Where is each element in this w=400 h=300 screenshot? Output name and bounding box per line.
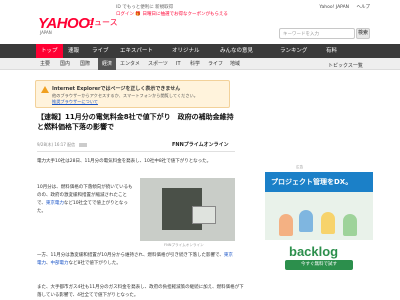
warning-body: 他のブラウザーからアクセスするか、スマートフォンから閲覧してください。 推奨ブラ… <box>52 93 227 105</box>
header-message[interactable]: ID でもっと便利に 新規取得 <box>116 4 173 10</box>
photo-meter-box <box>162 188 216 230</box>
search-input[interactable]: キーワードを入力 <box>279 28 355 39</box>
search-placeholder: キーワードを入力 <box>283 32 319 37</box>
category-science[interactable]: 科学 <box>190 58 200 70</box>
person-icon <box>299 210 313 232</box>
help-link[interactable]: ヘルプ <box>357 5 371 10</box>
photo-caption: FNNプライムオンライン <box>164 243 204 247</box>
category-it[interactable]: IT <box>176 58 181 70</box>
search-button[interactable]: 検索 <box>356 28 370 39</box>
yahoo-japan-sublabel: JAPAN <box>40 30 52 35</box>
nav-top[interactable]: トップ <box>36 44 63 58</box>
nav-breaking[interactable]: 速報 <box>68 44 79 58</box>
paragraph-4: また、大手都市ガス4社も11月分のガス料金を発表し、政府の負担軽減策の継続に加え… <box>37 285 244 298</box>
warning-icon <box>41 86 49 93</box>
paragraph-3-text-b: など8社で値下がりした。 <box>68 261 121 266</box>
warning-title: Internet Explorerではページを正しく表示できません <box>52 86 181 92</box>
category-domestic[interactable]: 国内 <box>60 58 70 70</box>
topics-list-link[interactable]: トピックス一覧 <box>328 62 363 69</box>
nav-opinions[interactable]: みんなの意見 <box>220 44 253 58</box>
ad-cta-button[interactable]: 今すぐ無料で試す <box>285 260 353 270</box>
backlog-logo: backlog <box>289 244 339 259</box>
category-main[interactable]: 主要 <box>40 58 50 70</box>
category-local[interactable]: 地域 <box>230 58 240 70</box>
article-photo[interactable] <box>140 178 235 241</box>
site-header: YAHOO! JAPAN ニュース ID でもっと便利に 新規取得 ログイン 🎁… <box>0 0 400 44</box>
warning-text: 他のブラウザーからアクセスするか、スマートフォンから閲覧してください。 <box>52 93 198 98</box>
login-promo[interactable]: ログイン 🎁 日曜日に抽選でお得なクーポンがもらえる <box>116 11 228 17</box>
browser-warning-banner: Internet Explorerではページを正しく表示できません 他のブラウザ… <box>35 80 230 108</box>
person-icon <box>343 214 357 236</box>
publish-date: 9/28(木) 16:17 配信 <box>37 142 76 147</box>
primary-nav: トップ 速報 ライブ エキスパート オリジナル みんなの意見 ランキング 有料 <box>0 44 400 58</box>
person-icon <box>321 212 335 234</box>
divider <box>37 151 235 152</box>
nav-paid[interactable]: 有料 <box>326 44 337 58</box>
yahoo-japan-link[interactable]: Yahoo! JAPAN <box>319 5 349 10</box>
category-life[interactable]: ライフ <box>208 58 223 70</box>
paragraph-1: 電力大手10社は28日、11月分の電気料金を発表し、10社中8社で値下がりとなっ… <box>37 159 212 164</box>
ad-banner-top: プロジェクト管理をDX。 <box>265 172 373 192</box>
comment-icon[interactable] <box>79 143 88 147</box>
nav-original[interactable]: オリジナル <box>172 44 200 58</box>
paragraph-3-text-a: 一方、11月分は激変緩和措置が10月分から維持され、燃料価格が引き続き下落した影… <box>37 253 224 258</box>
nav-expert[interactable]: エキスパート <box>120 44 153 58</box>
category-entertainment[interactable]: エンタメ <box>120 58 140 70</box>
ad-label: 広告 <box>296 165 304 169</box>
category-international[interactable]: 国際 <box>80 58 90 70</box>
paragraph-2: 10月分は、燃料価格の下落傾向が続いているものの、政府の激変緩和措置が縮減された… <box>37 184 135 216</box>
ad-headline: プロジェクト管理をDX。 <box>271 178 353 186</box>
article-headline: 【速報】11月分の電気料金8社で値下がり 政府の補助金維持と燃料価格下落の影響で <box>37 113 234 131</box>
header-links: Yahoo! JAPAN ヘルプ <box>313 4 370 10</box>
person-icon <box>279 214 293 236</box>
backlog-ad[interactable]: プロジェクト管理をDX。 backlog 今すぐ無料で試す <box>265 172 373 272</box>
tepco-link-1[interactable]: 東京電力 <box>46 201 64 206</box>
category-sports[interactable]: スポーツ <box>148 58 168 70</box>
nav-live[interactable]: ライブ <box>92 44 109 58</box>
category-economy[interactable]: 経済 <box>98 58 117 70</box>
recommended-browser-link[interactable]: 推奨ブラウザーについて <box>52 99 98 104</box>
paragraph-3: 一方、11月分は激変緩和措置が10月分から維持され、燃料価格が引き続き下落した影… <box>37 253 233 266</box>
ad-illustration <box>265 192 373 240</box>
news-label[interactable]: ニュース <box>86 17 118 28</box>
article-source[interactable]: FNNプライムオンライン <box>172 141 229 148</box>
chubu-electric-link[interactable]: 中部電力 <box>51 261 69 266</box>
nav-ranking[interactable]: ランキング <box>280 44 307 58</box>
photo-meter <box>192 206 216 224</box>
article-meta: 9/28(木) 16:17 配信 <box>37 142 88 148</box>
